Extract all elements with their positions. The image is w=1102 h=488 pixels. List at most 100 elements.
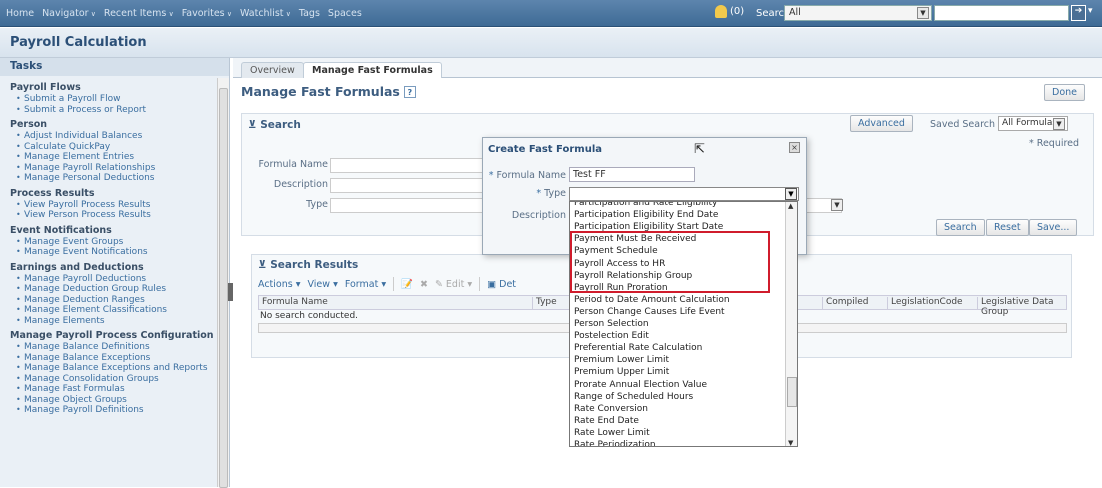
task-link[interactable]: Submit a Process or Report (0, 105, 229, 116)
task-link[interactable]: Calculate QuickPay (0, 142, 229, 153)
scroll-thumb[interactable] (219, 88, 228, 488)
chevron-down-icon[interactable]: ▼ (831, 199, 843, 211)
task-section-title: Process Results (10, 187, 95, 199)
delete-icon[interactable]: ✖ (420, 279, 428, 290)
nav-watchlist[interactable]: Watchlist (240, 8, 291, 19)
type-option[interactable]: Premium Lower Limit (574, 355, 669, 365)
task-section-title: Event Notifications (10, 224, 112, 236)
scroll-up-icon[interactable]: ▲ (788, 202, 793, 210)
col-legislation-code[interactable]: LegislationCode (887, 297, 963, 310)
task-link[interactable]: Manage Event Notifications (0, 247, 229, 258)
task-link[interactable]: Manage Payroll Definitions (0, 405, 229, 416)
task-link[interactable]: Manage Element Classifications (0, 305, 229, 316)
advanced-button[interactable]: Advanced (850, 115, 913, 132)
detach-button[interactable]: ▣ Det (487, 279, 516, 290)
search-button[interactable]: Search (936, 219, 985, 236)
notification-count: (0) (730, 6, 745, 17)
task-link[interactable]: Manage Event Groups (0, 237, 229, 248)
nav-home[interactable]: Home (6, 8, 34, 19)
options-scrollbar[interactable]: ▲ ▼ (785, 202, 797, 446)
help-icon[interactable]: ? (403, 85, 416, 98)
close-icon[interactable]: × (789, 142, 800, 153)
task-link[interactable]: Manage Payroll Deductions (0, 274, 229, 285)
format-menu[interactable]: Format ▾ (345, 279, 386, 290)
search-go-button[interactable]: ➔ (1071, 5, 1086, 21)
col-formula-name[interactable]: Formula Name (259, 297, 328, 310)
task-link[interactable]: Manage Elements (0, 316, 229, 327)
done-button[interactable]: Done (1044, 84, 1085, 101)
task-link[interactable]: Manage Element Entries (0, 152, 229, 163)
create-icon[interactable]: 📝 (401, 279, 413, 290)
col-type[interactable]: Type (532, 297, 557, 310)
nav-favorites[interactable]: Favorites (182, 8, 232, 19)
global-search-scope[interactable]: All ▼ (784, 5, 932, 21)
task-link[interactable]: Manage Payroll Relationships (0, 163, 229, 174)
results-title-text: Search Results (270, 259, 359, 271)
type-option[interactable]: Preferential Rate Calculation (574, 343, 702, 353)
task-link[interactable]: Adjust Individual Balances (0, 131, 229, 142)
task-link[interactable]: Submit a Payroll Flow (0, 94, 229, 105)
reset-button[interactable]: Reset (986, 219, 1029, 236)
task-link[interactable]: Manage Balance Definitions (0, 342, 229, 353)
col-legislative-data-group[interactable]: Legislative Data Group (977, 297, 1066, 317)
formula-name-field[interactable]: Test FF (569, 167, 695, 182)
task-link[interactable]: Manage Object Groups (0, 395, 229, 406)
type-dropdown[interactable] (569, 187, 799, 201)
type-option[interactable]: Rate End Date (574, 416, 639, 426)
tab-overview[interactable]: Overview (241, 62, 304, 78)
type-field-label: * Type (536, 188, 566, 199)
task-link[interactable]: Manage Personal Deductions (0, 173, 229, 184)
scroll-thumb[interactable] (787, 377, 797, 407)
task-link[interactable]: Manage Deduction Group Rules (0, 284, 229, 295)
nav-tags[interactable]: Tags (299, 8, 320, 19)
results-title[interactable]: ⊻ Search Results (258, 259, 358, 271)
page-title-bar: Payroll Calculation (0, 28, 1102, 58)
chevron-down-icon[interactable]: ▼ (1053, 118, 1065, 130)
nav-recent-items[interactable]: Recent Items (104, 8, 174, 19)
type-option[interactable]: Prorate Annual Election Value (574, 380, 707, 390)
edit-button[interactable]: ✎ Edit ▾ (435, 279, 472, 290)
saved-search-label: Saved Search (930, 119, 996, 130)
view-menu[interactable]: View ▾ (308, 279, 338, 290)
task-link[interactable]: Manage Balance Exceptions and Reports (0, 363, 229, 374)
task-link[interactable]: View Person Process Results (0, 210, 229, 221)
type-option[interactable]: Period to Date Amount Calculation (574, 295, 730, 305)
notifications[interactable]: (0) (715, 5, 744, 18)
scroll-down-icon[interactable]: ▼ (788, 439, 793, 446)
nav-navigator[interactable]: Navigator (42, 8, 96, 19)
heading-text: Manage Fast Formulas (241, 84, 400, 99)
actions-menu[interactable]: Actions ▾ (258, 279, 301, 290)
more-icon[interactable]: ▾ (1088, 6, 1093, 16)
type-option[interactable]: Participation Eligibility End Date (574, 210, 718, 220)
search-panel-title[interactable]: ⊻ Search (248, 119, 301, 131)
tasks-panel: Tasks Payroll FlowsSubmit a Payroll Flow… (0, 58, 230, 488)
type-option[interactable]: Rate Periodization (574, 440, 656, 446)
highlight-box (570, 231, 770, 293)
nav-spaces[interactable]: Spaces (328, 8, 362, 19)
col-compiled[interactable]: Compiled (822, 297, 869, 310)
type-option[interactable]: Premium Upper Limit (574, 367, 669, 377)
chevron-down-icon: ▼ (917, 7, 929, 19)
type-option[interactable]: Rate Lower Limit (574, 428, 650, 438)
global-search-input[interactable] (934, 5, 1069, 21)
type-label: Type (306, 199, 328, 210)
task-link[interactable]: Manage Fast Formulas (0, 384, 229, 395)
task-link[interactable]: Manage Consolidation Groups (0, 374, 229, 385)
tab-manage-fast-formulas[interactable]: Manage Fast Formulas (303, 62, 442, 78)
type-option[interactable]: Range of Scheduled Hours (574, 392, 693, 402)
type-option[interactable]: Person Change Causes Life Event (574, 307, 725, 317)
save-button[interactable]: Save... (1029, 219, 1078, 236)
formula-name-input[interactable] (330, 158, 490, 173)
chevron-down-icon[interactable]: ▼ (785, 188, 797, 200)
global-nav: Home Navigator Recent Items Favorites Wa… (6, 8, 362, 19)
task-link[interactable]: View Payroll Process Results (0, 200, 229, 211)
type-option[interactable]: Rate Conversion (574, 404, 648, 414)
type-option[interactable]: Postelection Edit (574, 331, 649, 341)
description-input[interactable] (330, 178, 490, 193)
task-link[interactable]: Manage Balance Exceptions (0, 353, 229, 364)
type-option[interactable]: Person Selection (574, 319, 649, 329)
type-option[interactable]: Participation and Rate Eligibility (574, 202, 717, 208)
global-header: Home Navigator Recent Items Favorites Wa… (0, 0, 1102, 27)
task-link[interactable]: Manage Deduction Ranges (0, 295, 229, 306)
search-title-text: Search (260, 119, 301, 131)
